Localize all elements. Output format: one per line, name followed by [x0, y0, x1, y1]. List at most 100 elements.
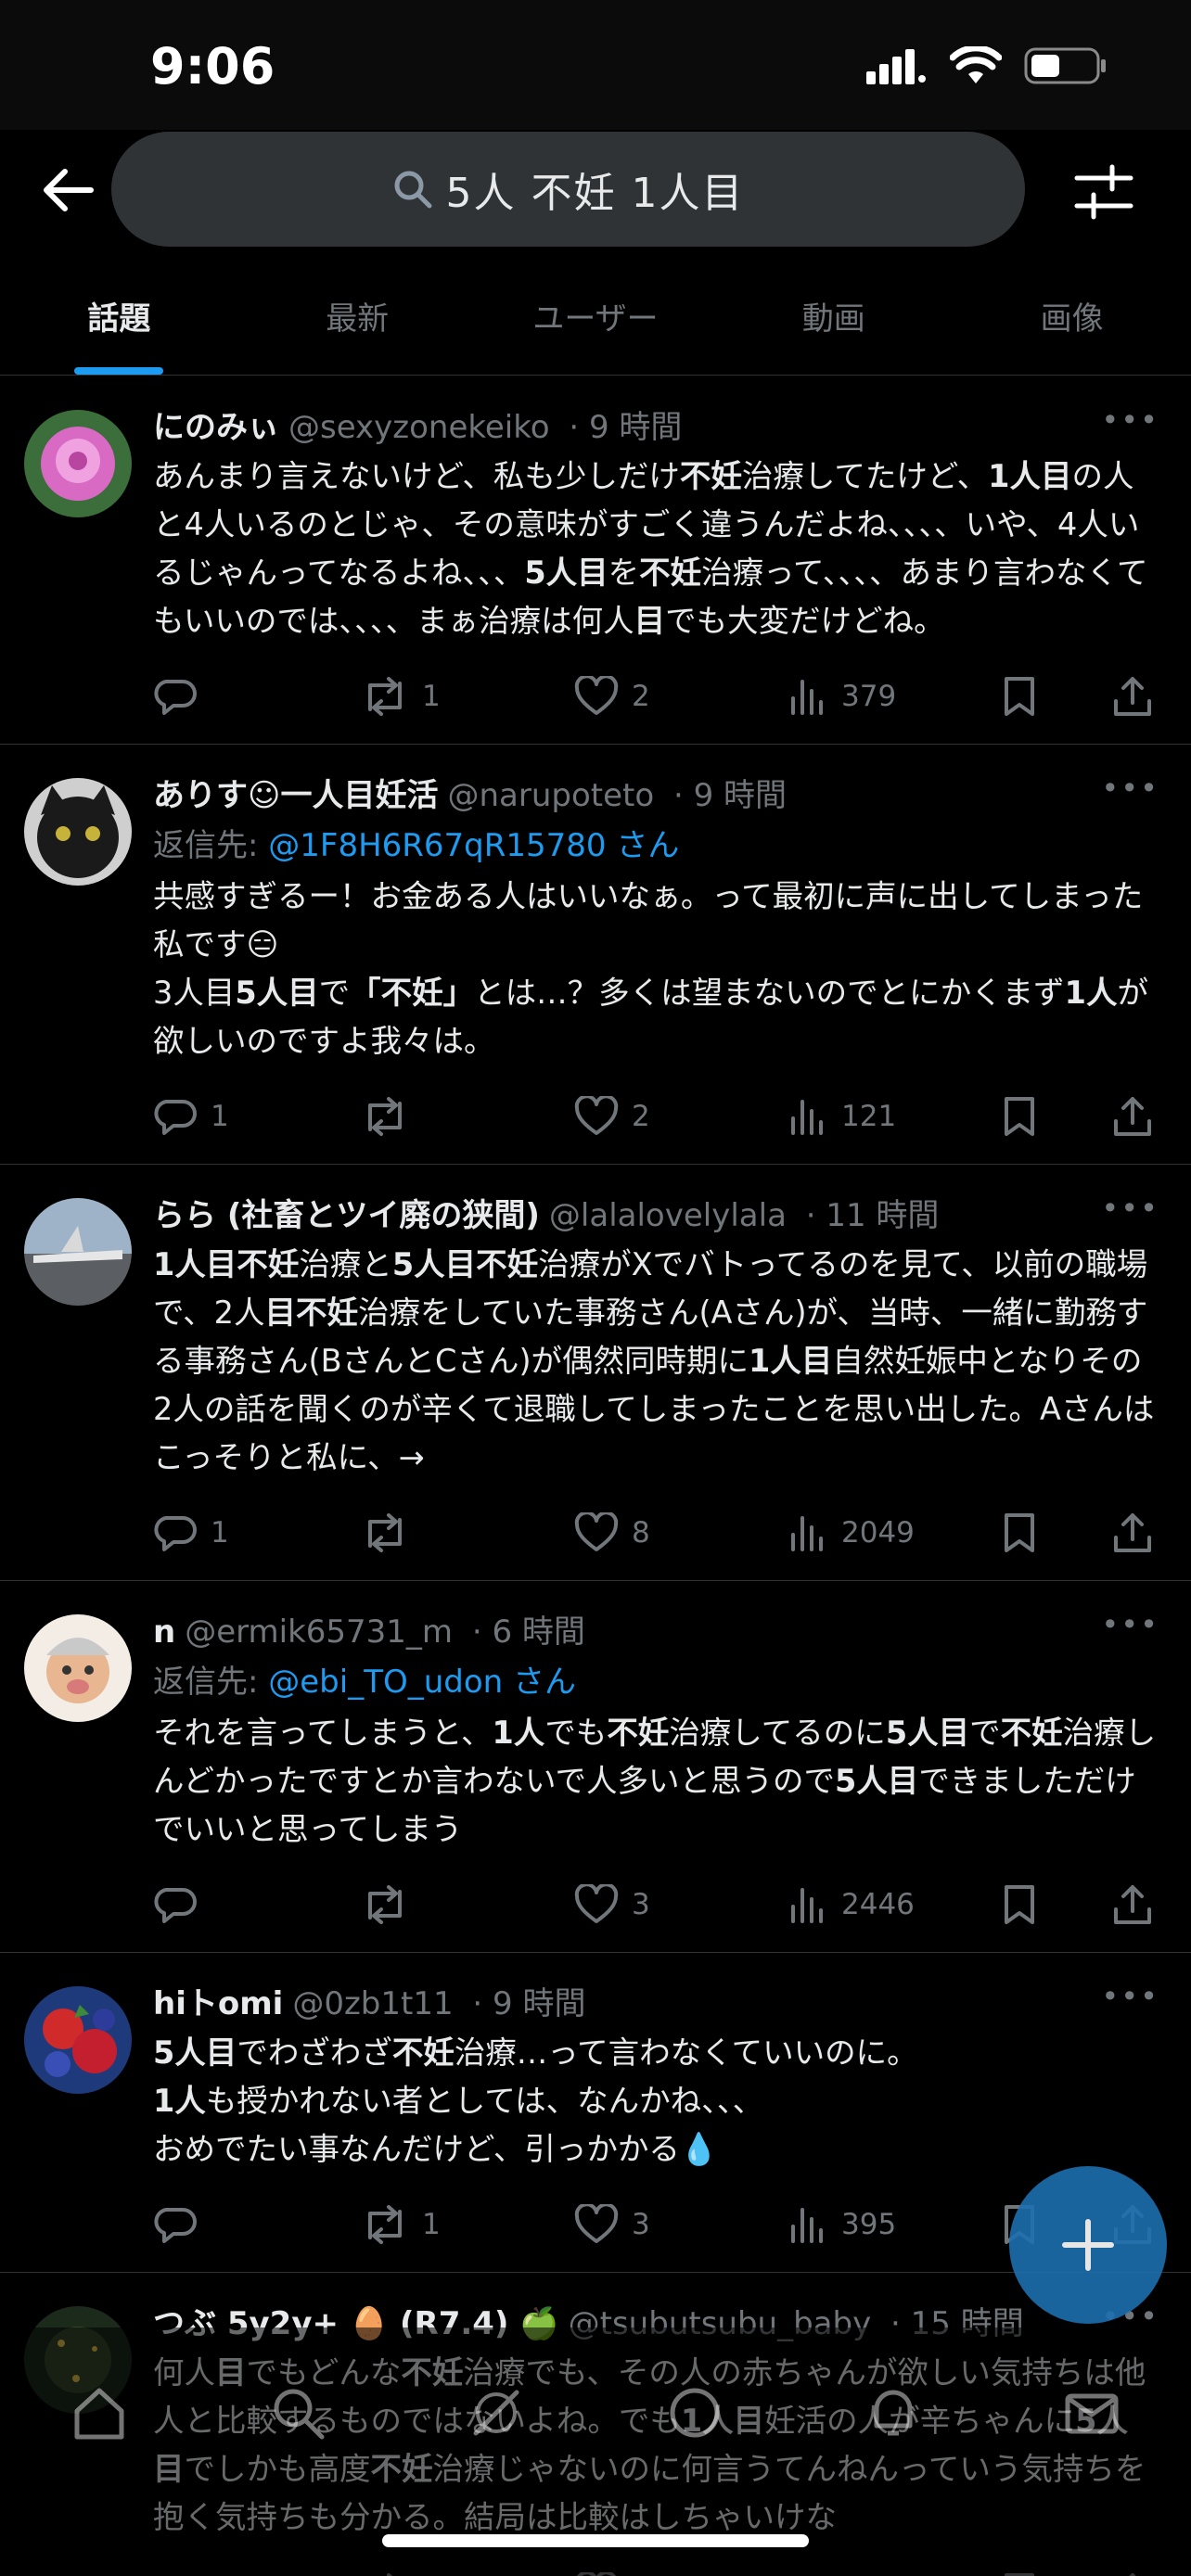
- post-actions: 1 8 2049: [153, 1491, 1167, 1575]
- post[interactable]: n @ermik65731_m · 6 時間 ••• 返信先: @ebi_TO_u…: [0, 1581, 1191, 1953]
- avatar[interactable]: [24, 1614, 132, 1722]
- repost-button[interactable]: [361, 1884, 574, 1925]
- views-chart-icon: [791, 1100, 823, 1135]
- search-input[interactable]: 5人 不妊 1人目: [111, 132, 1025, 247]
- share-button[interactable]: [1112, 675, 1153, 718]
- post-meta: にのみぃ @sexyzonekeiko · 9 時間: [153, 404, 1167, 451]
- reply-button[interactable]: 1: [153, 1512, 361, 1553]
- reply-icon: [154, 680, 197, 715]
- user-handle[interactable]: @ermik65731_m: [185, 1613, 453, 1651]
- views-chart-icon: [791, 680, 823, 715]
- reply-to-link[interactable]: @1F8H6R67qR15780 さん: [268, 827, 679, 864]
- post[interactable]: にのみぃ @sexyzonekeiko · 9 時間 ••• あんまり言えないけど…: [0, 376, 1191, 745]
- bookmark-button[interactable]: [1001, 1883, 1112, 1926]
- tab-images[interactable]: 画像: [953, 278, 1191, 375]
- user-handle[interactable]: @sexyzonekeiko: [288, 409, 550, 446]
- repost-button[interactable]: 1: [361, 676, 574, 717]
- display-name[interactable]: hiトomi: [153, 1985, 283, 2022]
- back-arrow-icon[interactable]: [37, 158, 102, 223]
- like-button[interactable]: 3: [574, 1884, 788, 1925]
- post[interactable]: らら (社畜とツイ廃の狭間) @lalalovelylala · 11 時間 ••…: [0, 1165, 1191, 1581]
- more-options-icon[interactable]: •••: [1101, 1607, 1159, 1642]
- explore-search-icon[interactable]: [268, 2383, 327, 2442]
- display-name[interactable]: らら (社畜とツイ廃の狭間): [153, 1197, 540, 1234]
- more-options-icon[interactable]: •••: [1101, 771, 1159, 806]
- user-handle[interactable]: @0zb1t11: [292, 1985, 453, 2022]
- like-count: 3: [632, 2208, 650, 2241]
- views-button[interactable]: 395: [788, 2204, 1001, 2245]
- messages-mail-icon[interactable]: [1062, 2383, 1121, 2442]
- like-button[interactable]: 2: [574, 676, 788, 717]
- post-time: · 11 時間: [805, 1197, 940, 1234]
- post-text: 共感すぎるー！お金ある人はいいなぁ。って最初に声に出してしまった私です😑 3人目5…: [153, 878, 1148, 1059]
- home-indicator[interactable]: [382, 2534, 809, 2547]
- display-name[interactable]: にのみぃ: [153, 409, 279, 446]
- like-button[interactable]: 8: [574, 1512, 788, 1553]
- bookmark-icon: [1005, 1885, 1034, 1924]
- avatar[interactable]: [24, 778, 132, 886]
- share-button[interactable]: [1112, 1095, 1153, 1138]
- reply-button[interactable]: 1: [153, 1096, 361, 1137]
- user-handle[interactable]: @lalalovelylala: [549, 1197, 787, 1234]
- like-button[interactable]: 3: [574, 2204, 788, 2245]
- views-button[interactable]: 2049: [788, 1512, 1001, 1553]
- tab-latest[interactable]: 最新: [238, 278, 477, 375]
- reply-button[interactable]: [153, 676, 361, 717]
- compose-button[interactable]: [1009, 2166, 1167, 2324]
- more-options-icon[interactable]: •••: [1101, 1191, 1159, 1226]
- view-count: 2049: [841, 1516, 915, 1549]
- reply-button[interactable]: [153, 1884, 361, 1925]
- tab-label: 話題: [87, 300, 151, 338]
- display-name[interactable]: n: [153, 1613, 175, 1651]
- repost-button[interactable]: 1: [361, 2204, 574, 2245]
- views-button[interactable]: 379: [788, 676, 1001, 717]
- tab-videos[interactable]: 動画: [714, 278, 953, 375]
- user-handle[interactable]: @narupoteto: [447, 777, 654, 814]
- repost-button[interactable]: [361, 1096, 574, 1137]
- wifi-icon: [950, 46, 1002, 83]
- reply-count: 1: [211, 1100, 229, 1133]
- avatar[interactable]: [24, 1986, 132, 2094]
- tab-users[interactable]: ユーザー: [477, 278, 715, 375]
- home-icon[interactable]: [70, 2383, 129, 2442]
- more-options-icon[interactable]: •••: [1101, 1979, 1159, 2014]
- post-meta: n @ermik65731_m · 6 時間: [153, 1609, 1167, 1655]
- search-icon: [394, 171, 432, 209]
- grok-icon[interactable]: [467, 2383, 526, 2442]
- views-button[interactable]: 2446: [788, 1884, 1001, 1925]
- like-button[interactable]: 2: [574, 1096, 788, 1137]
- notifications-bell-icon[interactable]: [864, 2383, 923, 2442]
- share-icon: [1114, 1513, 1151, 1552]
- reply-context: 返信先: @ebi_TO_udon さん: [153, 1657, 1167, 1707]
- tab-label: 最新: [326, 300, 390, 338]
- tab-label: 画像: [1040, 300, 1104, 338]
- reply-icon: [154, 1516, 197, 1551]
- reply-button[interactable]: [153, 2204, 361, 2245]
- post-time: · 6 時間: [471, 1613, 585, 1651]
- filter-settings-icon[interactable]: [1071, 159, 1136, 224]
- view-count: 2446: [841, 1888, 915, 1921]
- avatar[interactable]: [24, 1198, 132, 1306]
- bookmark-button[interactable]: [1001, 1511, 1112, 1554]
- heart-icon: [574, 676, 619, 715]
- views-button[interactable]: 121: [788, 1096, 1001, 1137]
- repost-count: 1: [422, 2208, 441, 2241]
- post-meta: ありす☺︎一人目妊活 @narupoteto · 9 時間: [153, 772, 1167, 819]
- communities-icon[interactable]: [665, 2383, 724, 2442]
- more-options-icon[interactable]: •••: [1101, 402, 1159, 438]
- share-button[interactable]: [1112, 1511, 1153, 1554]
- battery-icon: [1024, 47, 1106, 84]
- search-header: 5人 不妊 1人目: [0, 121, 1191, 247]
- repost-button[interactable]: [361, 1512, 574, 1553]
- bookmark-button[interactable]: [1001, 1095, 1112, 1138]
- repost-icon: [368, 2205, 402, 2244]
- post-time: · 9 時間: [472, 1985, 586, 2022]
- display-name[interactable]: ありす☺︎一人目妊活: [153, 777, 438, 814]
- like-count: 3: [632, 1888, 650, 1921]
- reply-to-link[interactable]: @ebi_TO_udon さん: [268, 1664, 576, 1701]
- tab-top[interactable]: 話題: [0, 278, 238, 375]
- share-button[interactable]: [1112, 1883, 1153, 1926]
- avatar[interactable]: [24, 410, 132, 517]
- post[interactable]: ありす☺︎一人目妊活 @narupoteto · 9 時間 ••• 返信先: @1…: [0, 745, 1191, 1165]
- bookmark-button[interactable]: [1001, 675, 1112, 718]
